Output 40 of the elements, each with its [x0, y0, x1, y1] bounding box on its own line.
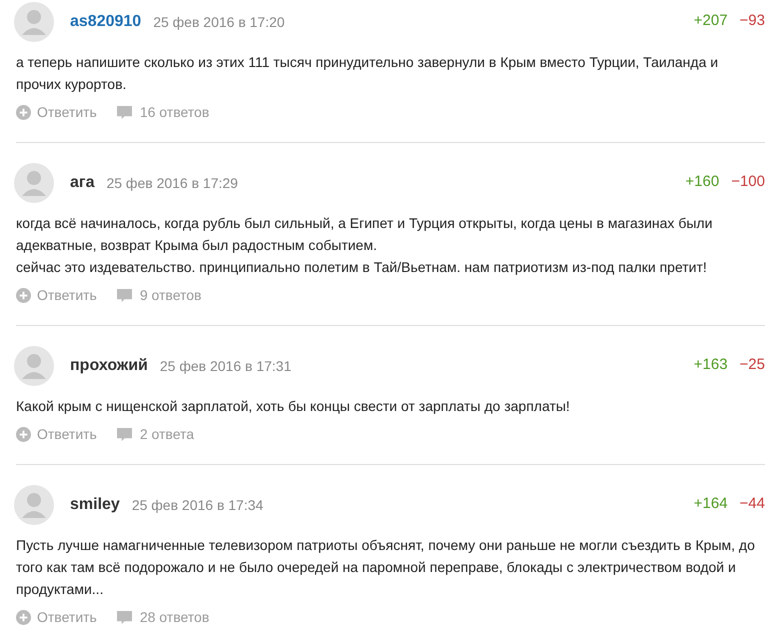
plus-icon: [16, 288, 31, 302]
author-name[interactable]: smiley: [70, 493, 120, 517]
reply-button[interactable]: Ответить: [16, 424, 97, 444]
avatar-icon: [14, 346, 54, 386]
avatar-icon: [14, 163, 54, 203]
replies-link[interactable]: 9 ответов: [116, 284, 202, 306]
author-name[interactable]: as820910: [70, 10, 142, 34]
comment-text: Пусть лучше намагниченные телевизором патриоты объяснят, почему они раньше не могли съездить в Крым, до того как там всё подорожало и не было очередей на паромной переправе, блокады с электричеством водой и продуктами...: [16, 536, 756, 599]
reply-button[interactable]: Ответить: [16, 606, 97, 628]
comment-bubble-icon: [116, 426, 132, 442]
reply-button[interactable]: Ответить: [16, 284, 97, 306]
comment-bubble-icon: [116, 104, 132, 120]
replies-link[interactable]: 28 ответов: [116, 606, 210, 628]
upvote-count[interactable]: +160: [685, 171, 720, 194]
downvote-count[interactable]: −100: [731, 171, 765, 194]
comment-text: а теперь напишите сколько из этих 111 тысяч принудительно завернули в Крым вместо Турции, Таиланда и прочих курортов.: [16, 53, 720, 94]
downvote-count[interactable]: −44: [740, 493, 765, 516]
upvote-count[interactable]: +164: [694, 493, 728, 516]
upvote-count[interactable]: +163: [694, 354, 728, 376]
comment-text: когда всё начиналось, когда рубль был сильный, а Египет и Турция открыты, когда цены в магазинах были адекватные, возврат Крыма был радостным событием. сейчас это издевательство. принципиально полетим в Тай/Вьетнам. нам патриотизм из-под палки претит!: [16, 214, 714, 277]
comment-date: 25 фев 2016 в 17:29: [106, 174, 238, 193]
replies-link[interactable]: 2 ответа: [116, 424, 194, 444]
avatar-icon: [14, 485, 54, 525]
comment-date: 25 фев 2016 в 17:31: [160, 356, 292, 376]
comment-date: 25 фев 2016 в 17:20: [153, 12, 285, 32]
downvote-count[interactable]: −93: [740, 10, 765, 32]
avatar-icon: [14, 2, 54, 42]
comment-bubble-icon: [116, 610, 132, 624]
author-name[interactable]: прохожий: [70, 354, 148, 378]
upvote-count[interactable]: +207: [694, 10, 728, 32]
reply-button[interactable]: Ответить: [16, 102, 97, 122]
plus-icon: [16, 426, 31, 442]
author-name[interactable]: ага: [70, 171, 94, 195]
downvote-count[interactable]: −25: [740, 354, 765, 376]
comment-text: Какой крым с нищенской зарплатой, хоть бы концы свести от зарплаты до зарплаты!: [16, 397, 571, 416]
plus-icon: [16, 610, 31, 624]
replies-link[interactable]: 16 ответов: [116, 102, 210, 122]
plus-icon: [16, 104, 31, 120]
comment-date: 25 фев 2016 в 17:34: [132, 496, 264, 515]
comment-bubble-icon: [116, 288, 132, 302]
